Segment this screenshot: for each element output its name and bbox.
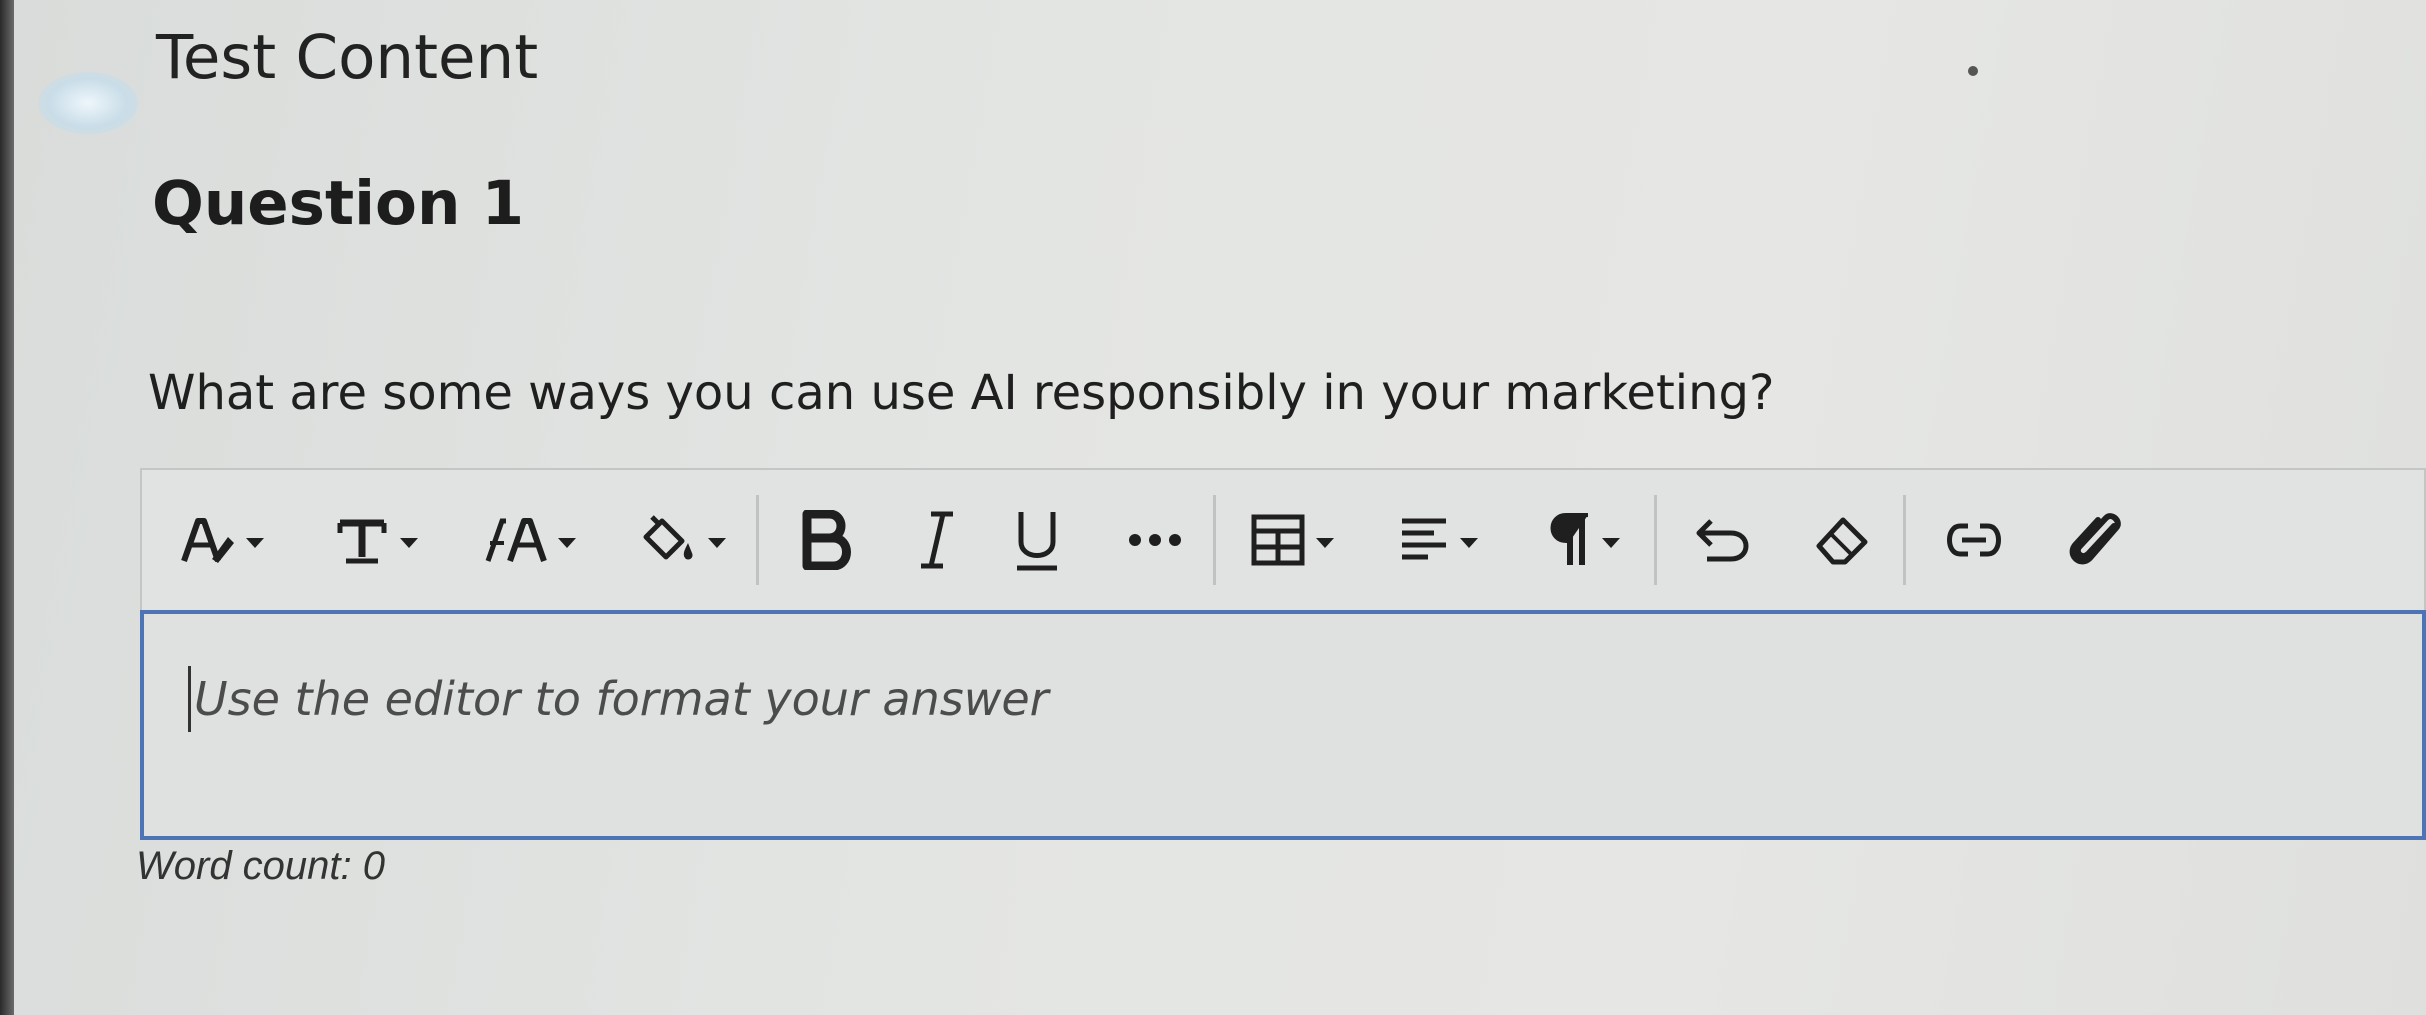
fill-color-button[interactable] (638, 500, 726, 580)
align-button[interactable] (1398, 500, 1478, 580)
chevron-down-icon (1316, 538, 1334, 548)
toolbar-divider (1654, 495, 1657, 585)
align-icon (1398, 513, 1450, 567)
question-title: Question 1 (152, 168, 525, 239)
bold-icon (799, 510, 855, 570)
eraser-icon (1811, 512, 1871, 568)
text-cursor (188, 666, 191, 732)
word-count-value: 0 (362, 844, 386, 888)
underline-icon (1013, 508, 1061, 572)
font-style-icon (178, 513, 236, 567)
question-prompt: What are some ways you can use AI respon… (148, 365, 1775, 421)
word-count-label: Word count: (136, 844, 352, 888)
table-icon (1250, 513, 1306, 567)
underline-button[interactable] (1013, 500, 1061, 580)
chevron-down-icon (708, 538, 726, 548)
italic-icon (917, 510, 957, 570)
insert-link-button[interactable] (1944, 500, 2004, 580)
attach-icon (2064, 510, 2124, 570)
more-button[interactable] (1127, 500, 1183, 580)
font-style-button[interactable] (178, 500, 264, 580)
text-format-button[interactable] (334, 500, 418, 580)
word-count: Word count: 0 (136, 844, 385, 889)
fill-color-icon (638, 513, 698, 567)
font-size-button[interactable] (484, 500, 576, 580)
bold-button[interactable] (799, 500, 855, 580)
table-button[interactable] (1250, 500, 1334, 580)
answer-input[interactable]: Use the editor to format your answer (140, 610, 2426, 840)
screen-glare (38, 72, 138, 134)
chevron-down-icon (1602, 538, 1620, 548)
toolbar-divider (756, 495, 759, 585)
text-format-icon (334, 513, 390, 567)
rich-text-editor: Use the editor to format your answer (140, 468, 2426, 840)
toolbar-divider (1213, 495, 1216, 585)
toolbar-divider (1903, 495, 1906, 585)
attach-file-button[interactable] (2064, 500, 2124, 580)
chevron-down-icon (1460, 538, 1478, 548)
clear-formatting-button[interactable] (1811, 500, 1871, 580)
font-size-icon (484, 513, 548, 567)
italic-button[interactable] (917, 500, 957, 580)
undo-icon (1693, 515, 1753, 565)
chevron-down-icon (246, 538, 264, 548)
screen-bezel (0, 0, 14, 1015)
undo-button[interactable] (1693, 500, 1753, 580)
more-icon (1127, 530, 1183, 550)
chevron-down-icon (558, 538, 576, 548)
chevron-down-icon (400, 538, 418, 548)
answer-placeholder: Use the editor to format your answer (194, 672, 1049, 726)
page-title: Test Content (156, 22, 539, 93)
paragraph-icon (1546, 511, 1592, 569)
screen-speck (1968, 66, 1978, 76)
link-icon (1944, 520, 2004, 560)
paragraph-button[interactable] (1546, 500, 1620, 580)
editor-toolbar (140, 468, 2426, 610)
